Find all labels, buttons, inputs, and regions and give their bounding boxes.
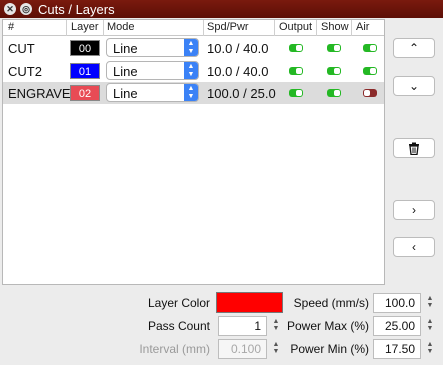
layer-chip[interactable]: 02	[70, 85, 100, 101]
chevron-up-icon: ⌃	[408, 41, 420, 55]
power-max-stepper[interactable]: ▲ ▼	[426, 318, 434, 334]
layer-chip[interactable]: 01	[70, 63, 100, 79]
table-row[interactable]: CUT 00 Line ▲ ▼ 10.0 / 40.0	[3, 37, 384, 59]
move-up-button[interactable]: ⌃	[393, 38, 435, 58]
layer-name: CUT2	[8, 64, 42, 79]
layer-name: CUT	[8, 41, 35, 56]
layer-chip[interactable]: 00	[70, 40, 100, 56]
pass-count-input[interactable]: 1	[218, 316, 267, 336]
chevron-right-icon: ›	[412, 203, 416, 217]
power-max-input[interactable]: 25.00	[373, 316, 421, 336]
table-row-selected[interactable]: ENGRAVE 02 Line ▲ ▼ 100.0 / 25.0	[3, 82, 384, 104]
mode-value: Line	[113, 41, 138, 56]
mode-value: Line	[113, 86, 138, 101]
move-down-button[interactable]: ⌄	[393, 76, 435, 96]
power-min-label: Power Min (%)	[290, 342, 369, 356]
layers-table: # Layer Mode Spd/Pwr Output Show Air CUT…	[2, 19, 385, 285]
pass-count-label: Pass Count	[147, 319, 210, 333]
layer-name: ENGRAVE	[8, 86, 71, 101]
chevron-updown-icon: ▲ ▼	[184, 84, 198, 101]
output-toggle[interactable]	[289, 44, 303, 52]
delete-layer-button[interactable]	[393, 138, 435, 158]
layer-settings-panel: Layer Color Pass Count 1 ▲ ▼ Interval (mm…	[0, 287, 443, 365]
pass-count-stepper[interactable]: ▲ ▼	[272, 318, 280, 334]
output-toggle[interactable]	[289, 67, 303, 75]
power-max-label: Power Max (%)	[286, 319, 369, 333]
column-header-spd-pwr[interactable]: Spd/Pwr	[207, 21, 249, 33]
speed-input[interactable]: 100.0	[373, 293, 421, 313]
interval-input[interactable]: 0.100	[218, 339, 267, 359]
power-min-stepper[interactable]: ▲ ▼	[426, 341, 434, 357]
speed-power-value: 10.0 / 40.0	[207, 64, 269, 79]
interval-stepper[interactable]: ▲ ▼	[272, 341, 280, 357]
speed-power-value: 10.0 / 40.0	[207, 41, 269, 56]
column-header-mode[interactable]: Mode	[107, 21, 135, 33]
speed-stepper[interactable]: ▲ ▼	[426, 295, 434, 311]
column-header-show[interactable]: Show	[321, 21, 349, 33]
table-header: # Layer Mode Spd/Pwr Output Show Air	[3, 20, 384, 36]
speed-power-value: 100.0 / 25.0	[207, 86, 276, 101]
column-header-layer[interactable]: Layer	[71, 21, 99, 33]
mode-value: Line	[113, 64, 138, 79]
title-bar: ✕ ◎ Cuts / Layers	[0, 0, 443, 18]
next-layer-button[interactable]: ›	[393, 200, 435, 220]
chevron-left-icon: ‹	[412, 240, 416, 254]
mode-select[interactable]: Line ▲ ▼	[106, 61, 199, 80]
previous-layer-button[interactable]: ‹	[393, 237, 435, 257]
output-toggle[interactable]	[289, 89, 303, 97]
mode-select[interactable]: Line ▲ ▼	[106, 38, 199, 57]
chevron-down-icon: ⌄	[408, 79, 420, 93]
interval-label: Interval (mm)	[139, 342, 210, 356]
show-toggle[interactable]	[327, 44, 341, 52]
chevron-updown-icon: ▲ ▼	[184, 39, 198, 56]
layer-color-label: Layer Color	[147, 296, 210, 310]
table-row[interactable]: CUT2 01 Line ▲ ▼ 10.0 / 40.0	[3, 60, 384, 82]
air-toggle[interactable]	[363, 67, 377, 75]
layer-color-swatch[interactable]	[216, 292, 283, 313]
air-toggle[interactable]	[363, 44, 377, 52]
speed-label: Speed (mm/s)	[293, 296, 369, 310]
power-min-input[interactable]: 17.50	[373, 339, 421, 359]
window-title: Cuts / Layers	[38, 1, 115, 17]
column-header-output[interactable]: Output	[279, 21, 312, 33]
trash-icon	[409, 142, 419, 156]
chevron-updown-icon: ▲ ▼	[184, 62, 198, 79]
air-toggle[interactable]	[363, 89, 377, 97]
column-header-air[interactable]: Air	[356, 21, 369, 33]
window-menu-icon[interactable]: ◎	[20, 3, 32, 15]
mode-select[interactable]: Line ▲ ▼	[106, 83, 199, 102]
column-header-number[interactable]: #	[8, 21, 14, 33]
show-toggle[interactable]	[327, 89, 341, 97]
close-icon[interactable]: ✕	[4, 3, 16, 15]
show-toggle[interactable]	[327, 67, 341, 75]
